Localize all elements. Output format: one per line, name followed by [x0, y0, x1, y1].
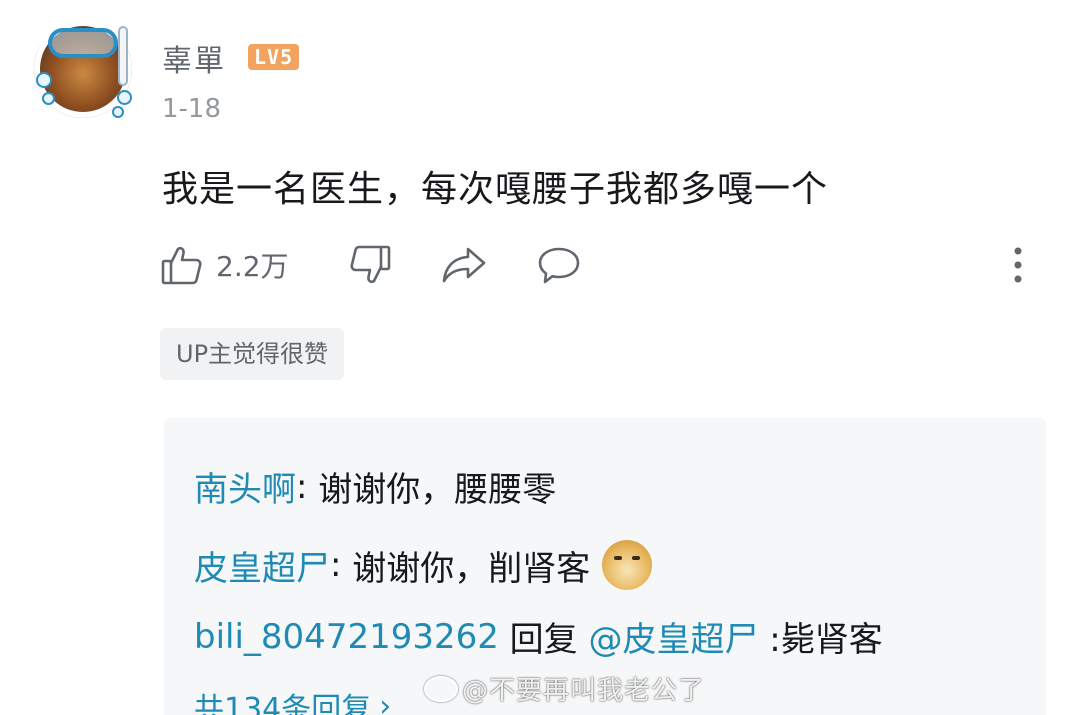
thumbs-up-icon	[160, 243, 204, 287]
weibo-logo-icon	[424, 675, 458, 702]
comment-bubble-icon	[536, 243, 582, 287]
view-all-replies-link[interactable]: 共134条回复 ›	[194, 684, 391, 715]
reply-text: 谢谢你，削肾客	[352, 548, 591, 589]
reply-middle-text: 回复	[498, 620, 589, 660]
doge-emoji	[602, 540, 653, 590]
avatar-snorkel-decoration	[118, 26, 128, 86]
reply-item[interactable]: 南头啊 : 谢谢你，腰腰零	[194, 462, 556, 511]
avatar-bubble-decoration	[117, 90, 132, 105]
reply-username[interactable]: 皮皇超尸	[194, 541, 330, 590]
total-replies-label: 共134条回复	[194, 692, 372, 715]
reply-separator: :	[330, 545, 353, 585]
share-icon	[440, 243, 488, 287]
reply-item[interactable]: 皮皇超尸 : 谢谢你，削肾客	[194, 540, 653, 590]
avatar-goggle-decoration	[48, 28, 118, 58]
reply-separator: :	[296, 466, 319, 507]
reply-mention[interactable]: @皮皇超尸	[589, 612, 759, 661]
avatar-bubble-decoration	[36, 72, 52, 88]
comment-date: 1-18	[162, 94, 222, 124]
watermark-text: @不要再叫我老公了	[462, 676, 706, 706]
avatar-bubble-decoration	[112, 106, 124, 118]
dislike-button[interactable]	[348, 240, 392, 290]
weibo-watermark: @不要再叫我老公了	[424, 670, 705, 707]
thumbs-down-icon	[348, 243, 392, 287]
like-button[interactable]: 2.2万	[160, 240, 289, 290]
more-options-button[interactable]	[1008, 240, 1028, 290]
avatar-bubble-decoration	[42, 92, 55, 105]
reply-username[interactable]: 南头啊	[194, 462, 296, 511]
comment-content: 我是一名医生，每次嘎腰子我都多嘎一个	[162, 169, 829, 210]
like-count: 2.2万	[216, 250, 289, 283]
reply-username[interactable]: bili_80472193262	[194, 617, 499, 657]
share-button[interactable]	[440, 240, 488, 290]
reply-text: 谢谢你，腰腰零	[318, 470, 557, 510]
reply-item[interactable]: bili_80472193262 回复 @皮皇超尸 :毙肾客	[194, 612, 883, 661]
comment-username[interactable]: 辜單	[162, 36, 226, 80]
up-liked-tag: UP主觉得很赞	[160, 328, 345, 380]
reply-button[interactable]	[536, 240, 582, 290]
user-level-badge: LV5	[248, 44, 300, 70]
chevron-right-icon: ›	[379, 688, 392, 715]
comment-page: 辜單 LV5 1-18 我是一名医生，每次嘎腰子我都多嘎一个 2.2万 UP主觉…	[0, 0, 1078, 715]
user-avatar[interactable]	[34, 20, 132, 118]
reply-text: :毙肾客	[758, 620, 883, 660]
more-vertical-icon	[1008, 243, 1028, 287]
